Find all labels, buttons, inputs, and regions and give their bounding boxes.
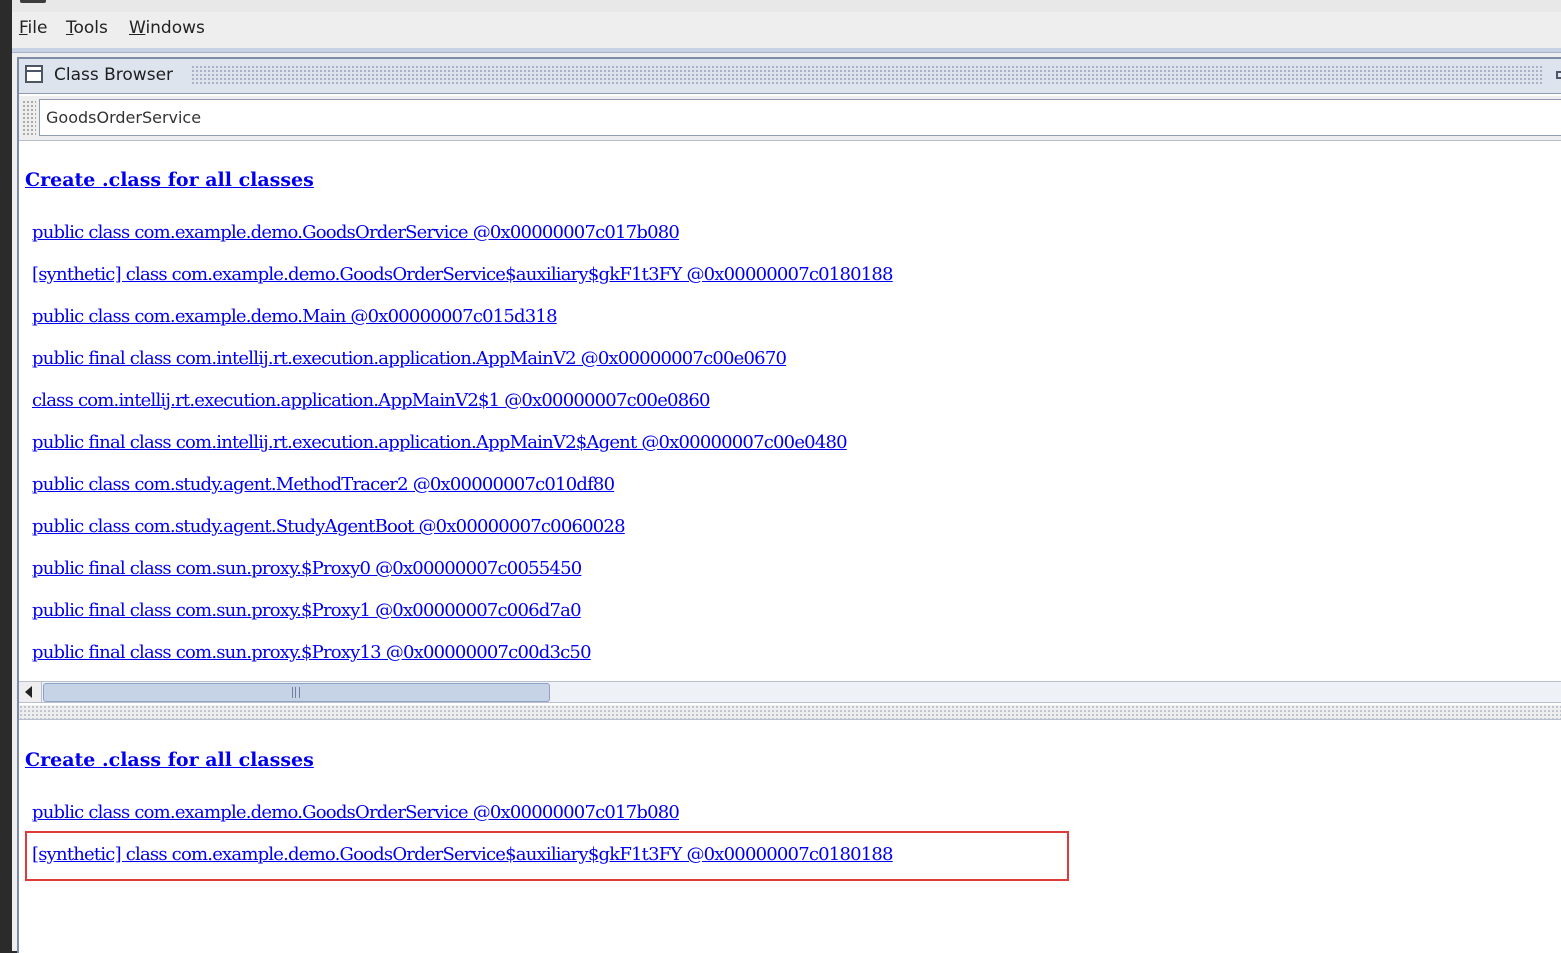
class-link[interactable]: public final class com.intellij.rt.execu… xyxy=(32,432,848,453)
maximize-icon[interactable] xyxy=(1556,71,1561,79)
class-link[interactable]: public final class com.sun.proxy.$Proxy1… xyxy=(32,600,582,621)
class-browser-titlebar[interactable]: Class Browser xyxy=(19,59,1561,94)
class-link[interactable]: public class com.example.demo.GoodsOrder… xyxy=(32,222,680,243)
menu-file[interactable]: File xyxy=(19,18,47,38)
class-link[interactable]: public final class com.intellij.rt.execu… xyxy=(32,348,787,369)
menu-bar-separator xyxy=(12,48,1561,53)
class-link[interactable]: public class com.study.agent.StudyAgentB… xyxy=(32,516,626,537)
highlight-box xyxy=(25,831,1069,881)
split-pane-divider[interactable] xyxy=(19,705,1561,720)
create-class-all-link[interactable]: Create .class for all classes xyxy=(25,169,314,191)
app-window: File Tools Windows Class Browser Create … xyxy=(12,0,1561,953)
class-search-input[interactable] xyxy=(39,99,1561,136)
class-link[interactable]: public class com.study.agent.MethodTrace… xyxy=(32,474,615,495)
window-title: Class Browser xyxy=(54,65,174,85)
class-link[interactable]: public class com.example.demo.GoodsOrder… xyxy=(32,802,680,823)
class-link[interactable]: public final class com.sun.proxy.$Proxy1… xyxy=(32,642,592,663)
class-link[interactable]: class com.intellij.rt.execution.applicat… xyxy=(32,390,710,411)
window-top-edge xyxy=(12,0,1561,12)
menu-windows[interactable]: Windows xyxy=(129,18,205,38)
scroll-left-arrow-icon[interactable] xyxy=(19,682,42,702)
menu-bar: File Tools Windows xyxy=(12,12,1561,48)
class-link[interactable]: public final class com.sun.proxy.$Proxy0… xyxy=(32,558,582,579)
class-browser-frame: Class Browser Create .class for all clas… xyxy=(17,57,1561,953)
class-link[interactable]: [synthetic] class com.example.demo.Goods… xyxy=(32,264,894,285)
class-detail-pane: Create .class for all classes public cla… xyxy=(19,724,1561,953)
create-class-all-link[interactable]: Create .class for all classes xyxy=(25,749,314,771)
titlebar-drag-texture xyxy=(191,65,1543,85)
scrollbar-thumb[interactable] xyxy=(43,683,550,702)
scrollbar-grip-icon xyxy=(292,687,300,698)
window-icon xyxy=(25,65,43,83)
toolbar-grip-handle[interactable] xyxy=(22,100,36,136)
search-toolbar xyxy=(19,96,1561,141)
menu-tools[interactable]: Tools xyxy=(66,18,108,38)
class-list-pane: Create .class for all classes public cla… xyxy=(19,144,1561,681)
window-top-stub xyxy=(20,0,46,3)
horizontal-scrollbar[interactable] xyxy=(19,681,1561,703)
class-link[interactable]: public class com.example.demo.Main @0x00… xyxy=(32,306,558,327)
